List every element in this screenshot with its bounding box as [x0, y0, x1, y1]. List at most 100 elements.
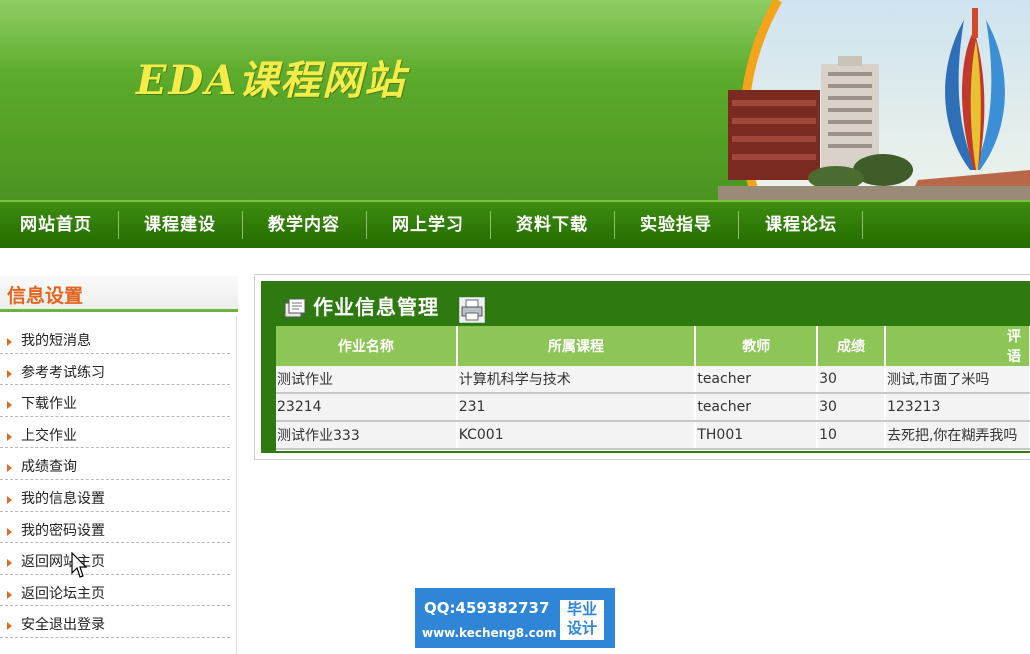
divider: [0, 352, 230, 354]
sidebar-item-download-homework[interactable]: 下载作业: [0, 391, 238, 423]
arrow-right-icon: [7, 338, 12, 346]
sidebar-item-label: 上交作业: [21, 427, 77, 444]
cell-name: 测试作业: [276, 366, 458, 394]
sidebar-item-label: 我的密码设置: [21, 522, 105, 539]
table-row[interactable]: 23214 231 teacher 30 123213: [276, 393, 1030, 422]
table-row[interactable]: 测试作业 计算机科学与技术 teacher 30 测试,市面了米吗: [276, 366, 1030, 394]
arrow-right-icon: [7, 369, 12, 378]
divider: [0, 384, 230, 386]
sidebar-item-label: 返回网站主页: [21, 554, 105, 571]
cell-course: KC001: [456, 421, 697, 450]
ad-tag-line1: 毕业: [566, 600, 597, 618]
top-navigation: 网站首页 课程建设 教学内容 网上学习 资料下载 实验指导 课程论坛: [0, 200, 1030, 248]
arrow-right-icon: [7, 432, 12, 441]
cell-teacher: TH001: [695, 421, 819, 450]
homework-panel: 作业信息管理 作业名称 所属课程 教师 成绩 评语 测试作业 计算机科学与技术 …: [254, 274, 1030, 460]
sidebar-item-label: 我的信息设置: [21, 490, 105, 507]
cell-score: 30: [817, 366, 886, 394]
nav-divider: [242, 211, 243, 239]
cell-comment: 123213: [884, 393, 1030, 422]
sidebar-item-password[interactable]: 我的密码设置: [0, 518, 238, 550]
nav-online-learning[interactable]: 网上学习: [392, 202, 464, 248]
nav-home[interactable]: 网站首页: [20, 202, 92, 248]
divider: [0, 415, 230, 417]
panel-title: 作业信息管理: [313, 295, 439, 319]
col-header-teacher[interactable]: 教师: [695, 326, 819, 366]
nav-divider: [862, 211, 863, 239]
sidebar-item-my-info[interactable]: 我的信息设置: [0, 486, 238, 518]
sidebar-item-label: 我的短消息: [21, 333, 91, 349]
col-header-name[interactable]: 作业名称: [276, 326, 458, 366]
mouse-cursor-icon: [71, 552, 87, 578]
ad-qq: QQ:459382737: [424, 599, 550, 617]
cell-score: 30: [817, 393, 886, 422]
table-row[interactable]: 测试作业333 KC001 TH001 10 去死把,你在糊弄我吗: [276, 421, 1030, 450]
sidebar-item-label: 参考考试练习: [21, 364, 105, 381]
sidebar-item-forum-home[interactable]: 返回论坛主页: [0, 581, 238, 613]
cell-comment: 测试,市面了米吗: [884, 366, 1030, 394]
sidebar-item-messages[interactable]: 我的短消息: [0, 328, 238, 360]
ad-tag: 毕业 设计: [560, 600, 604, 640]
sidebar-item-label: 下载作业: [21, 396, 77, 413]
cell-name: 测试作业333: [276, 421, 458, 450]
nav-divider: [490, 211, 491, 239]
sidebar-menu: 我的短消息 参考考试练习 下载作业 上交作业 成绩查询 我的信息设置 我的密码设…: [0, 328, 238, 644]
divider: [0, 478, 230, 480]
banner-photo: [718, 0, 1030, 200]
arrow-right-icon: [7, 401, 12, 410]
document-icon: [284, 298, 306, 318]
sidebar-item-label: 返回论坛主页: [21, 585, 105, 602]
ad-badge[interactable]: QQ:459382737 www.kecheng8.com 毕业 设计: [415, 588, 615, 648]
divider: [0, 605, 230, 607]
sidebar-title: 信息设置: [7, 285, 84, 307]
site-banner: EDA课程网站: [0, 0, 1030, 200]
nav-divider: [366, 211, 367, 239]
nav-divider: [738, 211, 739, 239]
col-header-score[interactable]: 成绩: [817, 326, 886, 366]
sidebar-item-exam-practice[interactable]: 参考考试练习: [0, 360, 238, 392]
nav-downloads[interactable]: 资料下载: [516, 202, 588, 248]
divider: [0, 573, 230, 575]
site-title: EDA课程网站: [136, 57, 407, 104]
col-header-course[interactable]: 所属课程: [456, 326, 697, 366]
arrow-right-icon: [7, 559, 12, 568]
cell-comment: 去死把,你在糊弄我吗: [884, 421, 1030, 450]
nav-divider: [614, 211, 615, 239]
nav-divider: [118, 211, 119, 239]
sidebar-border: [236, 316, 237, 654]
cell-score: 10: [817, 421, 886, 450]
cell-course: 231: [456, 393, 697, 422]
cell-teacher: teacher: [695, 366, 819, 394]
arrow-right-icon: [7, 622, 12, 631]
sidebar-header: 信息设置: [0, 276, 238, 312]
divider: [0, 542, 230, 544]
sidebar-item-logout[interactable]: 安全退出登录: [0, 612, 238, 644]
divider: [0, 510, 230, 512]
arrow-right-icon: [7, 527, 12, 536]
sidebar-item-grades[interactable]: 成绩查询: [0, 454, 238, 486]
sidebar: 信息设置 我的短消息 参考考试练习 下载作业 上交作业 成绩查询 我的信息设置 …: [0, 276, 238, 654]
divider: [0, 447, 230, 449]
arrow-right-icon: [7, 464, 12, 473]
homework-table-wrap: 作业名称 所属课程 教师 成绩 评语 测试作业 计算机科学与技术 teacher…: [276, 326, 1030, 451]
nav-teaching-content[interactable]: 教学内容: [268, 202, 340, 248]
ad-url: www.kecheng8.com: [422, 626, 557, 640]
ad-tag-line2: 设计: [566, 619, 597, 637]
sidebar-item-label: 安全退出登录: [21, 617, 105, 634]
arrow-right-icon: [7, 590, 12, 599]
cell-course: 计算机科学与技术: [456, 366, 697, 394]
nav-forum[interactable]: 课程论坛: [765, 202, 837, 248]
sidebar-item-submit-homework[interactable]: 上交作业: [0, 423, 238, 455]
arrow-right-icon: [7, 495, 12, 504]
nav-lab-guide[interactable]: 实验指导: [640, 202, 712, 248]
sidebar-item-label: 成绩查询: [21, 459, 77, 476]
homework-table: 作业名称 所属课程 教师 成绩 评语 测试作业 计算机科学与技术 teacher…: [276, 326, 1030, 450]
divider: [0, 636, 230, 638]
sidebar-item-site-home[interactable]: 返回网站主页: [0, 549, 238, 581]
table-header-row: 作业名称 所属课程 教师 成绩 评语: [276, 326, 1030, 366]
cell-teacher: teacher: [695, 393, 819, 422]
nav-course-construction[interactable]: 课程建设: [144, 202, 216, 248]
cell-name: 23214: [276, 393, 458, 422]
printer-icon[interactable]: [459, 297, 485, 323]
col-header-comment[interactable]: 评语: [884, 326, 1030, 366]
